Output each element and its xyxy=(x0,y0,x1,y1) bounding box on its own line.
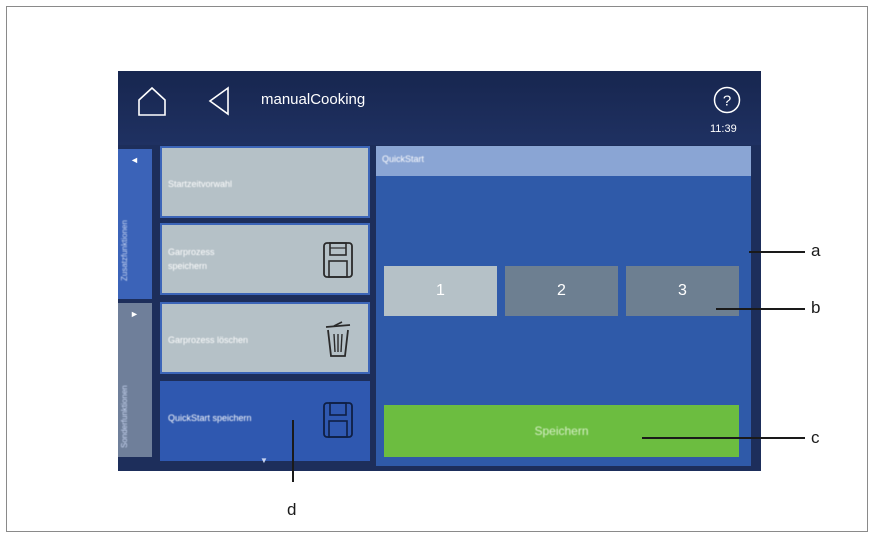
arrow-right-icon: ► xyxy=(130,309,139,319)
callout-label-b: b xyxy=(811,298,821,317)
clock: 11:39 xyxy=(710,123,737,135)
home-icon[interactable] xyxy=(136,85,168,117)
save-quickstart-button[interactable]: QuickStart speichern xyxy=(160,381,370,461)
device-screen: manualCooking ? 11:39 ◄ Zusatzfunktionen… xyxy=(118,71,761,471)
save-button[interactable]: Speichern xyxy=(384,405,739,457)
page-title: manualCooking xyxy=(261,91,366,108)
tab-label: Sonderfunktionen xyxy=(120,385,129,448)
tab-label: Zusatzfunktionen xyxy=(120,220,129,281)
back-icon[interactable] xyxy=(206,85,232,117)
tab-additional-functions[interactable]: ◄ Zusatzfunktionen xyxy=(118,149,152,299)
button-label: Garprozess löschen xyxy=(168,335,249,345)
help-icon[interactable]: ? xyxy=(713,86,741,114)
panel-title: QuickStart xyxy=(382,154,425,164)
callout-line-d xyxy=(292,420,294,482)
callout-label-a: a xyxy=(811,241,821,260)
quickstart-slot-1[interactable]: 1 xyxy=(384,266,497,316)
button-label: QuickStart speichern xyxy=(168,413,252,423)
arrow-left-icon: ◄ xyxy=(130,155,139,165)
save-button-label: Speichern xyxy=(534,424,589,438)
start-time-preselection-button[interactable]: Startzeitvorwahl xyxy=(160,146,370,218)
panel-header: QuickStart xyxy=(376,146,751,176)
callout-line-a xyxy=(749,251,805,253)
delete-cooking-process-button[interactable]: Garprozess löschen xyxy=(160,302,370,374)
scroll-down-icon[interactable]: ▼ xyxy=(260,456,268,465)
top-bar: manualCooking ? 11:39 xyxy=(118,71,761,145)
button-label: Startzeitvorwahl xyxy=(168,179,233,189)
button-label-line2: speichern xyxy=(168,261,208,271)
quickstart-slot-2[interactable]: 2 xyxy=(505,266,618,316)
button-label-line1: Garprozess xyxy=(168,247,215,257)
save-cooking-process-button[interactable]: Garprozess speichern xyxy=(160,223,370,295)
callout-line-b xyxy=(716,308,805,310)
tab-special-functions[interactable]: ► Sonderfunktionen xyxy=(118,303,152,457)
svg-text:?: ? xyxy=(723,93,731,110)
callout-label-c: c xyxy=(811,428,820,447)
trash-icon xyxy=(325,321,351,357)
callout-label-d: d xyxy=(287,500,297,519)
save-icon xyxy=(323,242,353,278)
callout-line-c xyxy=(642,437,805,439)
save-icon xyxy=(323,402,353,438)
quickstart-panel: QuickStart 1 2 3 Speichern xyxy=(376,146,751,466)
